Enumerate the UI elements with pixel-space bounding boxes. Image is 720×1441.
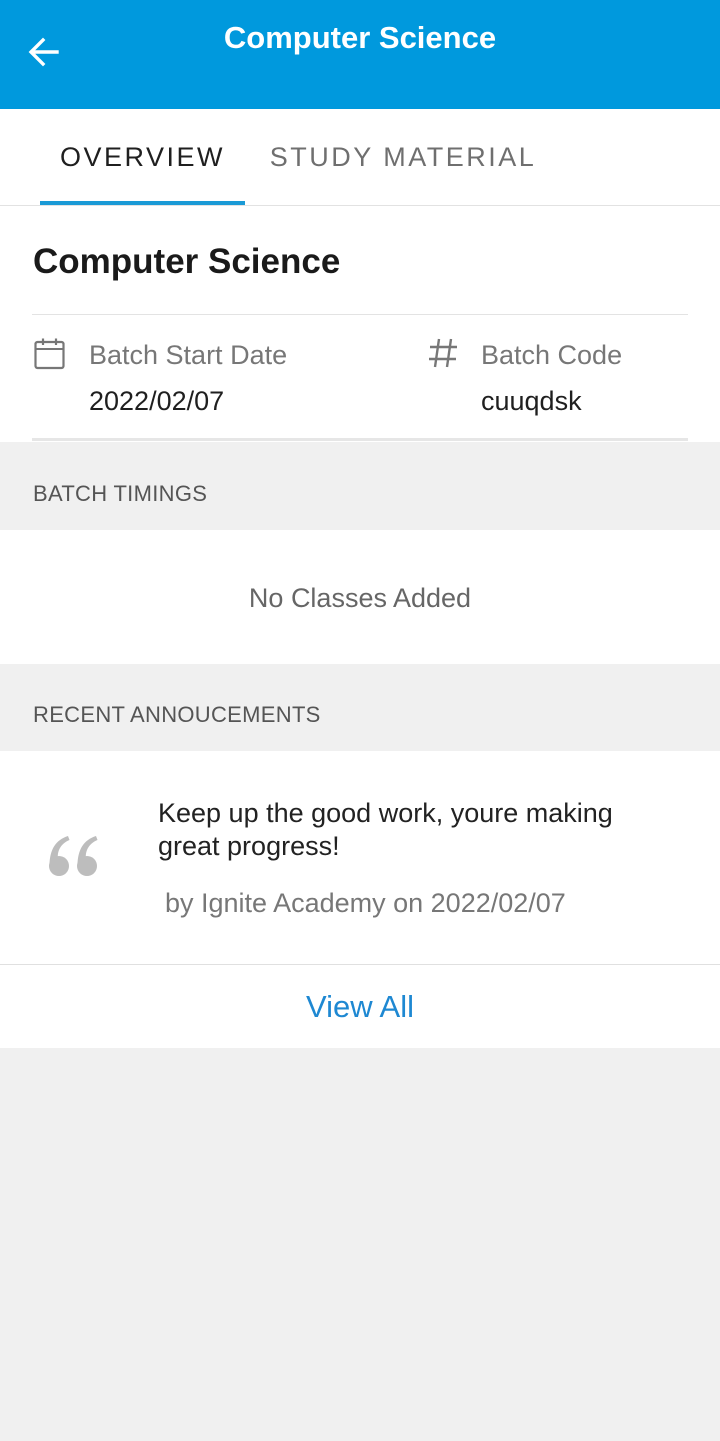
batch-timings-card: No Classes Added <box>0 530 720 664</box>
empty-state-text: No Classes Added <box>248 583 472 613</box>
app-bar: Computer Science <box>0 0 720 109</box>
course-title: Computer Science <box>33 242 341 281</box>
batch-start-date-label: Batch Start Date <box>89 340 288 370</box>
overview-card: Computer Science Batch Start Date 2022/0… <box>0 206 720 442</box>
quote-icon <box>49 836 98 876</box>
calendar-icon <box>34 338 65 370</box>
section-title: RECENT ANNOUCEMENTS <box>33 702 321 727</box>
view-all-bar: View All <box>0 965 720 1048</box>
view-all-link[interactable]: View All <box>0 989 720 1025</box>
batch-timings-header: BATCH TIMINGS <box>0 444 720 530</box>
announcement-message: Keep up the good work, youre making grea… <box>158 798 613 861</box>
tab-bar: OVERVIEW STUDY MATERIAL <box>0 109 720 206</box>
divider <box>32 314 688 315</box>
active-tab-indicator <box>40 201 245 205</box>
recent-announcements-header: RECENT ANNOUCEMENTS <box>0 665 720 751</box>
section-title: BATCH TIMINGS <box>33 481 208 506</box>
hash-icon <box>429 338 457 368</box>
announcement-item[interactable]: Keep up the good work, youre making grea… <box>0 751 720 965</box>
announcement-meta: by Ignite Academy on 2022/02/07 <box>165 888 566 918</box>
batch-code-label: Batch Code <box>481 340 623 370</box>
batch-start-date-value: 2022/02/07 <box>89 386 225 416</box>
divider <box>32 438 688 441</box>
batch-code-value: cuuqdsk <box>481 386 582 416</box>
tab-study-material[interactable]: STUDY MATERIAL <box>258 109 548 205</box>
page-title: Computer Science <box>223 20 497 55</box>
tab-overview[interactable]: OVERVIEW <box>40 109 245 205</box>
